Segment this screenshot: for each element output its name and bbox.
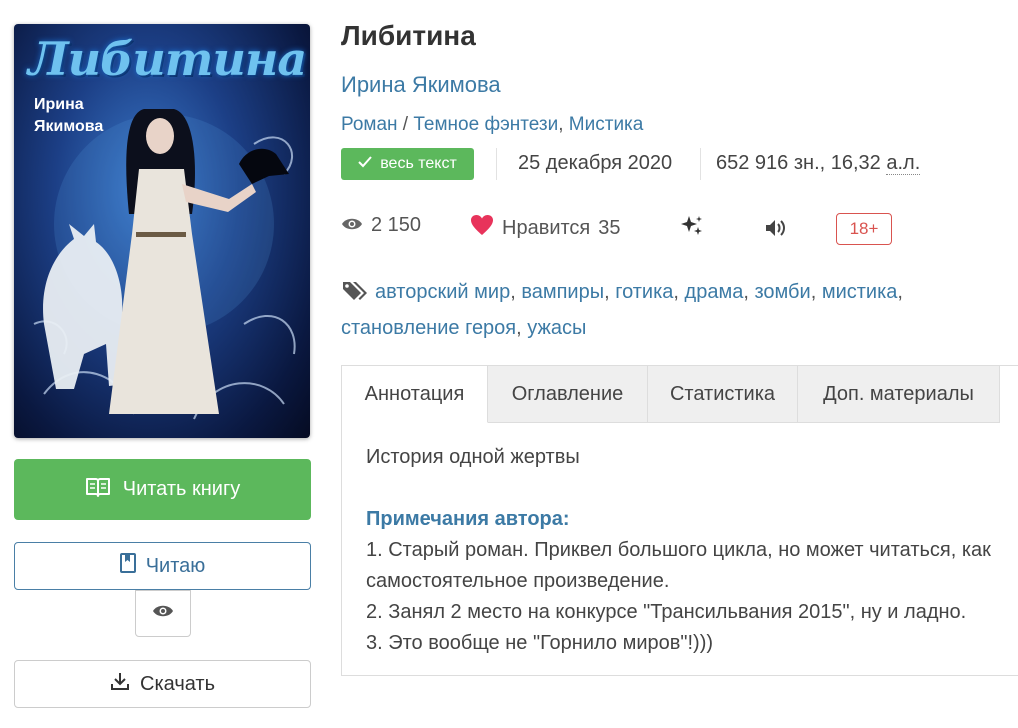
annotation-content: История одной жертвы Примечания автора: …	[366, 442, 1018, 659]
publish-date: 25 декабря 2020	[518, 152, 673, 174]
tag-list: авторский мир, вампиры, готика, драма, з…	[341, 280, 903, 339]
genre-link[interactable]: Мистика	[569, 114, 644, 135]
genre-list: Роман / Темное фэнтези, Мистика	[341, 114, 643, 136]
author-sheets-unit: а.л.	[886, 152, 921, 175]
like-count: 35	[598, 216, 621, 239]
reading-shelf-button[interactable]: Читаю	[14, 542, 311, 590]
eye-icon	[152, 604, 174, 623]
heart-icon	[470, 214, 494, 242]
genre-separator: ,	[558, 114, 569, 135]
annotation-panel: История одной жертвы Примечания автора: …	[341, 422, 1018, 676]
tag-link[interactable]: зомби	[754, 281, 810, 303]
tab-statistics[interactable]: Статистика	[648, 366, 798, 423]
sparkles-button[interactable]	[680, 214, 704, 243]
divider	[700, 148, 701, 180]
author-link[interactable]: Ирина Якимова	[341, 72, 501, 98]
book-title: Либитина	[341, 20, 476, 51]
author-note-line: 2. Занял 2 место на конкурсе "Трансильва…	[366, 601, 967, 623]
tag-link[interactable]: вампиры	[521, 281, 604, 303]
read-book-button[interactable]: Читать книгу	[14, 459, 311, 520]
full-text-badge: весь текст	[341, 148, 474, 180]
speaker-icon	[765, 220, 787, 241]
views-counter: 2 150	[341, 214, 421, 237]
author-note-line: 1. Старый роман. Приквел большого цикла,…	[366, 539, 991, 561]
genre-link[interactable]: Роман	[341, 114, 398, 135]
book-size: 652 916 зн., 16,32 а.л.	[716, 152, 921, 175]
full-text-label: весь текст	[380, 155, 457, 172]
audio-button[interactable]	[765, 219, 787, 242]
download-label: Скачать	[140, 672, 215, 695]
tag-link[interactable]: мистика	[822, 281, 898, 303]
eye-icon	[341, 214, 363, 237]
download-button[interactable]: Скачать	[14, 660, 311, 708]
like-label: Нравится	[502, 216, 591, 239]
cover-author-first: Ирина	[34, 96, 84, 113]
sparkles-icon	[680, 216, 704, 242]
visibility-toggle-button[interactable]	[135, 590, 191, 637]
views-count: 2 150	[371, 214, 422, 236]
tag-link[interactable]: готика	[615, 281, 673, 303]
tab-annotation[interactable]: Аннотация	[342, 366, 488, 423]
divider	[496, 148, 497, 180]
book-tabs: Аннотация Оглавление Статистика Доп. мат…	[341, 365, 1018, 423]
tab-extra-materials[interactable]: Доп. материалы	[798, 366, 1000, 423]
tag-link[interactable]: авторский мир	[375, 281, 510, 303]
annotation-summary: История одной жертвы	[366, 446, 580, 468]
tag-link[interactable]: становление героя	[341, 317, 516, 339]
author-notes-title: Примечания автора:	[366, 508, 570, 530]
genre-separator: /	[397, 114, 414, 135]
tab-contents[interactable]: Оглавление	[488, 366, 648, 423]
tags-icon	[341, 280, 369, 312]
cover-author-last: Якимова	[34, 118, 104, 135]
open-book-icon	[85, 476, 111, 504]
tag-link[interactable]: драма	[685, 281, 744, 303]
genre-link[interactable]: Темное фэнтези	[413, 114, 558, 135]
check-icon	[358, 155, 372, 173]
cover-author: Ирина Якимова	[34, 94, 103, 138]
tag-link[interactable]: ужасы	[527, 317, 586, 339]
author-note-line: 3. Это вообще не "Горнило миров"!)))	[366, 632, 714, 654]
like-button[interactable]: Нравится 35	[470, 214, 621, 242]
bookmark-book-icon	[119, 553, 136, 579]
author-note-line: самостоятельное произведение.	[366, 570, 670, 592]
book-cover[interactable]: Либитина Ирина Якимова	[14, 24, 310, 438]
reading-shelf-label: Читаю	[145, 554, 206, 577]
download-icon	[110, 671, 130, 697]
cover-title: Либитина	[28, 32, 307, 86]
cover-illustration	[33, 109, 296, 420]
age-rating-badge: 18+	[836, 213, 892, 245]
read-book-label: Читать книгу	[122, 478, 241, 500]
book-size-value: 652 916 зн., 16,32	[716, 152, 881, 174]
